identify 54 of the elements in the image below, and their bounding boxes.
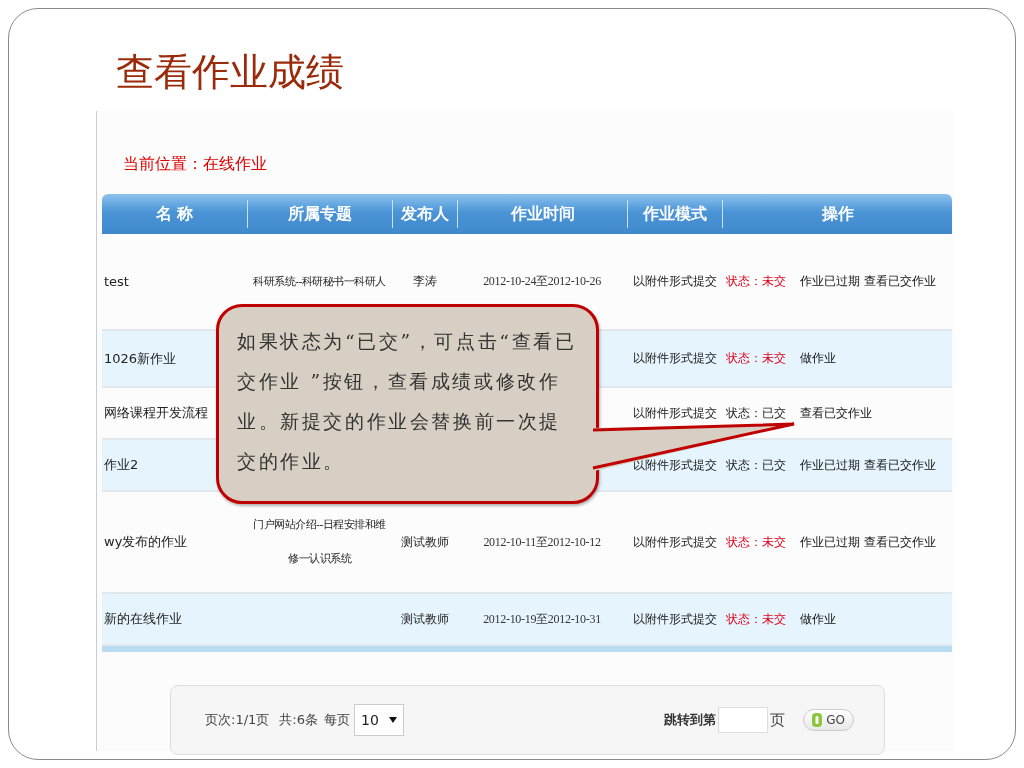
action-link[interactable]: 作业已过期 (800, 456, 860, 474)
table-cell-text: 李涛 (411, 273, 438, 290)
table-cell-text: 门户网站介绍--日程安排和维修一认识系统 (252, 517, 387, 567)
column-header: 操作 (722, 200, 952, 228)
table-cell-text: wy发布的作业 (103, 533, 189, 551)
total-count: 共:6条 (279, 711, 318, 729)
table-cell-text: 2012-10-19至2012-10-31 (482, 610, 602, 628)
column-header: 作业时间 (457, 200, 627, 228)
jump-label: 跳转到第 (664, 711, 717, 729)
action-link[interactable]: 做作业 (800, 350, 836, 367)
status-text: 状态：未交 (726, 350, 786, 367)
table-cell-text: 1026新作业 (103, 349, 178, 368)
go-button[interactable]: GO (803, 709, 854, 731)
action-link[interactable]: 作业已过期 (800, 273, 860, 290)
table-cell-text: 测试教师 (399, 610, 450, 628)
table-cell-text: 2012-10-11至2012-10-12 (482, 533, 602, 551)
status-text: 状态：未交 (726, 273, 786, 290)
go-icon (812, 713, 823, 727)
per-page-select[interactable]: 10 (353, 704, 404, 736)
status-text: 状态：未交 (726, 610, 786, 628)
callout-text: 如果状态为“已交”，可点击“查看已交作业 ”按钮，查看成绩或修改作业。新提交的作业会替换前一次提交的作业。 (237, 329, 578, 474)
table-cell-text: 以附件形式提交 (631, 533, 718, 551)
per-page-label: 每页 (323, 711, 350, 729)
table-cell-text: 以附件形式提交 (631, 456, 718, 474)
table-cell-text: 科研系统--科研秘书一科研人 (252, 273, 387, 290)
action-link[interactable]: 做作业 (800, 610, 836, 628)
status-text: 状态：已交 (726, 456, 786, 474)
dropdown-caret-icon (388, 717, 397, 723)
action-link[interactable]: 查看已交作业 (864, 273, 936, 290)
slide-title: 查看作业成绩 (116, 49, 345, 96)
action-link[interactable]: 作业已过期 (800, 533, 860, 551)
table-cell-text: 测试教师 (399, 533, 450, 551)
breadcrumb: 当前位置：在线作业 (123, 154, 267, 175)
action-link[interactable]: 查看已交作业 (864, 456, 936, 474)
table-cell-text: 以附件形式提交 (631, 404, 718, 422)
table-cell-text: 以附件形式提交 (631, 273, 718, 290)
page-suffix: 页 (770, 710, 786, 730)
status-text: 状态：未交 (726, 533, 786, 551)
page-info: 页次:1/1页 (205, 711, 270, 729)
page-input[interactable] (718, 707, 769, 733)
column-header: 所属专题 (247, 200, 392, 228)
column-header: 作业模式 (627, 200, 722, 228)
table-cell-text: 以附件形式提交 (631, 610, 718, 628)
status-text: 状态：已交 (726, 404, 786, 422)
table-cell-text: 以附件形式提交 (631, 350, 718, 367)
table-cell-text: test (103, 274, 130, 289)
action-link[interactable]: 查看已交作业 (864, 533, 936, 551)
action-link[interactable]: 查看已交作业 (800, 404, 872, 422)
table-cell-text: 网络课程开发流程 (103, 404, 209, 422)
table-cell-text: 2012-10-24至2012-10-26 (482, 273, 602, 290)
column-header: 名 称 (154, 202, 195, 225)
table-cell-text: 作业2 (103, 456, 140, 474)
column-header: 发布人 (392, 200, 457, 228)
table-cell-text: 新的在线作业 (103, 610, 183, 628)
